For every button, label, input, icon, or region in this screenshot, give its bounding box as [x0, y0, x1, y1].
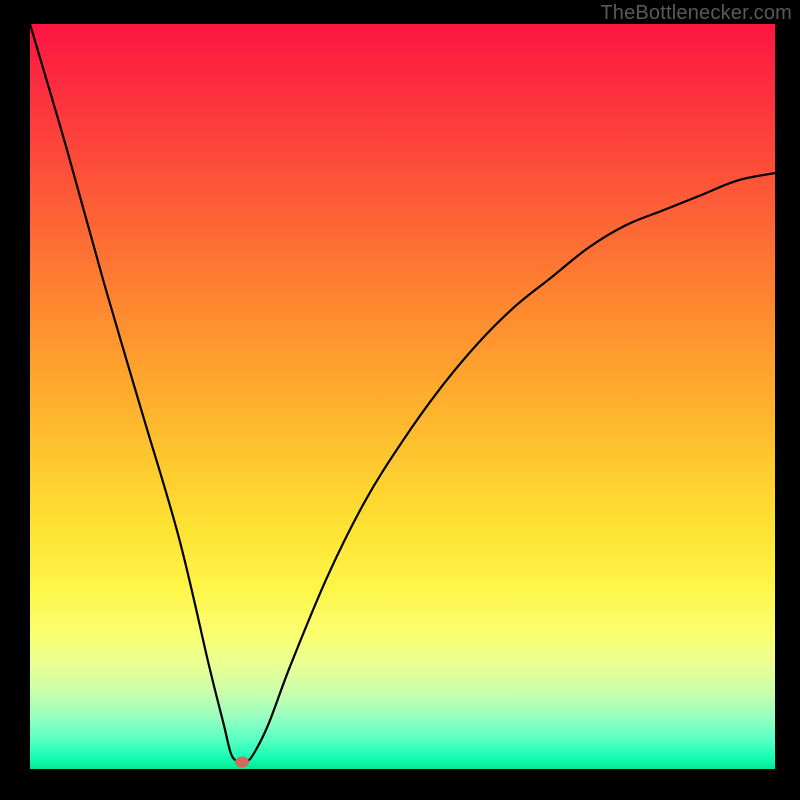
watermark-text: TheBottlenecker.com — [600, 2, 792, 25]
bottleneck-curve — [30, 24, 775, 769]
curve-path — [30, 24, 775, 763]
chart-frame: TheBottlenecker.com — [0, 0, 800, 800]
plot-area — [30, 24, 775, 769]
optimum-marker — [235, 756, 249, 767]
